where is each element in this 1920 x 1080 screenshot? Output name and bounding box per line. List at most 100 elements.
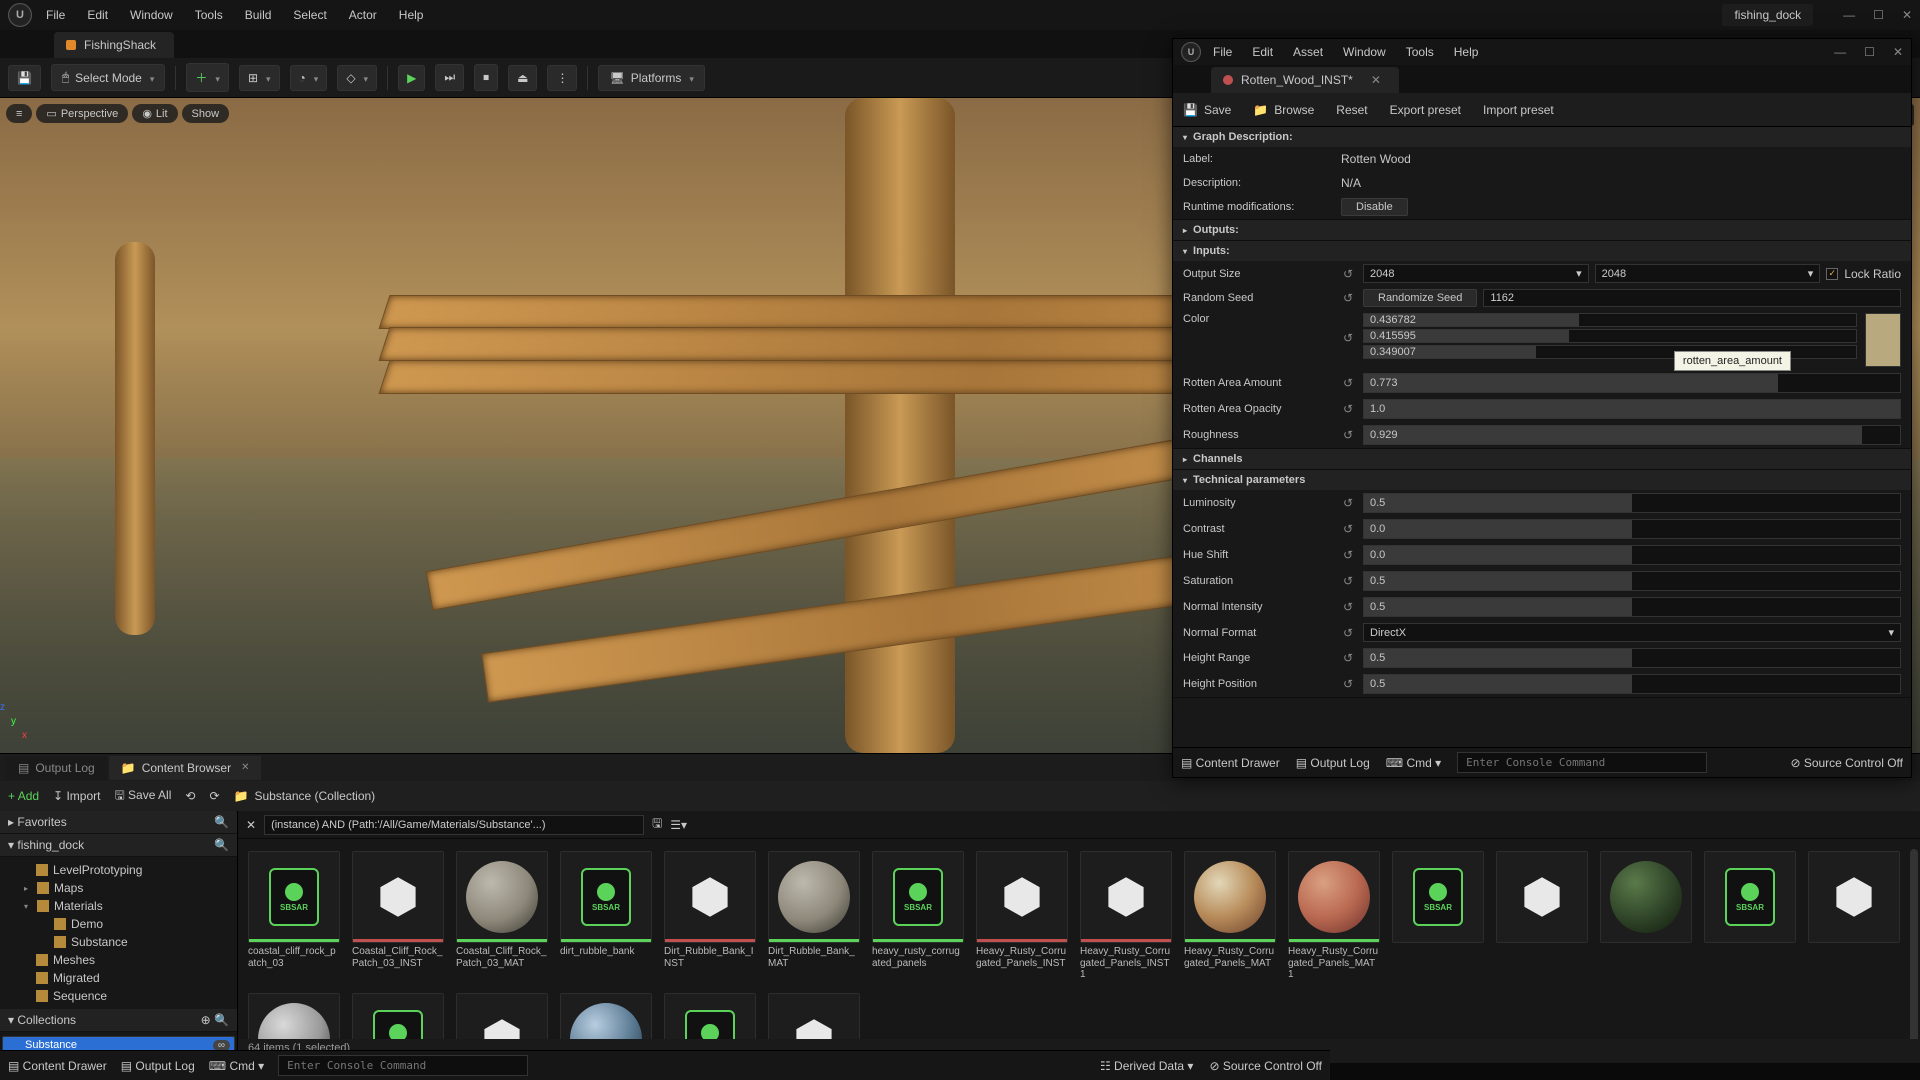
contrast-slider[interactable]: 0.0 (1363, 519, 1901, 539)
sub-menu-file[interactable]: File (1213, 45, 1232, 59)
reset-icon[interactable]: ↺ (1341, 376, 1355, 390)
cmd-label[interactable]: ⌨ Cmd ▾ (1386, 756, 1441, 770)
nav-fwd[interactable]: ⟳ (209, 789, 219, 803)
asset-item[interactable] (1496, 851, 1588, 981)
viewport-perspective[interactable]: ▭ Perspective (36, 104, 128, 123)
platforms-button[interactable]: 🖥 Platforms (598, 65, 704, 91)
asset-item[interactable]: Heavy_Rusty_Corrugated_Panels_MAT1 (1288, 851, 1380, 981)
scrollbar[interactable] (1910, 849, 1918, 1039)
maximize-button[interactable]: ☐ (1873, 8, 1884, 22)
sub-menu-tools[interactable]: Tools (1406, 45, 1434, 59)
asset-item[interactable]: Dirt_Rubble_Bank_INST (664, 851, 756, 981)
cmd-label[interactable]: ⌨ Cmd ▾ (209, 1059, 264, 1073)
tree-item[interactable]: Substance (2, 933, 235, 951)
height-range-slider[interactable]: 0.5 (1363, 648, 1901, 668)
asset-search-input[interactable] (264, 815, 644, 835)
reset-button[interactable]: Reset (1336, 103, 1367, 117)
normal-intensity-slider[interactable]: 0.5 (1363, 597, 1901, 617)
minimize-button[interactable]: — (1843, 8, 1855, 22)
roughness-slider[interactable]: 0.929 (1363, 425, 1901, 445)
color-swatch[interactable] (1865, 313, 1901, 367)
favorites-header[interactable]: ▸ Favorites🔍 (0, 811, 237, 834)
sub-menu-help[interactable]: Help (1454, 45, 1479, 59)
console-input[interactable] (278, 1055, 528, 1076)
tree-item[interactable]: Meshes (2, 951, 235, 969)
viewport-show[interactable]: Show (182, 104, 230, 123)
reset-icon[interactable]: ↺ (1341, 522, 1355, 536)
asset-item[interactable] (1808, 851, 1900, 981)
rotten-opacity-slider[interactable]: 1.0 (1363, 399, 1901, 419)
sub-minimize-button[interactable]: — (1834, 45, 1846, 59)
save-button[interactable]: 💾 Save (1183, 103, 1231, 117)
asset-item[interactable]: Dirt_Rubble_Bank_MAT (768, 851, 860, 981)
save-level-button[interactable]: 💾 (8, 65, 41, 91)
asset-item[interactable] (1600, 851, 1692, 981)
level-tab[interactable]: FishingShack (54, 32, 174, 58)
section-outputs[interactable]: Outputs: (1173, 220, 1911, 240)
tree-item[interactable]: Demo (2, 915, 235, 933)
saveall-button[interactable]: 🖫 Save All (114, 786, 171, 807)
asset-item[interactable]: Heavy_Rusty_Corrugated_Panels_INST1 (1080, 851, 1172, 981)
blueprint-button[interactable]: ◔ (290, 65, 328, 91)
reset-icon[interactable]: ↺ (1341, 626, 1355, 640)
viewport-lit[interactable]: ◉ Lit (132, 104, 177, 123)
asset-grid[interactable]: SBSARcoastal_cliff_rock_patch_03Coastal_… (238, 839, 1920, 1039)
normal-format-select[interactable]: DirectX▾ (1363, 623, 1901, 642)
save-search-icon[interactable]: 🖫 (652, 814, 662, 835)
reset-icon[interactable]: ↺ (1341, 574, 1355, 588)
close-icon[interactable]: ✕ (1371, 73, 1381, 87)
section-inputs[interactable]: Inputs: (1173, 241, 1911, 261)
reset-icon[interactable]: ↺ (1341, 600, 1355, 614)
output-height-select[interactable]: 2048▾ (1595, 264, 1821, 283)
play-button[interactable]: ▶ (398, 65, 425, 91)
sequence-button[interactable]: ◇ (337, 65, 377, 91)
reset-icon[interactable]: ↺ (1341, 428, 1355, 442)
sub-menu-asset[interactable]: Asset (1293, 45, 1323, 59)
reset-icon[interactable]: ↺ (1341, 267, 1355, 281)
saturation-slider[interactable]: 0.5 (1363, 571, 1901, 591)
menu-actor[interactable]: Actor (349, 8, 377, 22)
tree-item[interactable]: Materials (2, 897, 235, 915)
color-r-slider[interactable]: 0.436782 (1363, 313, 1857, 327)
menu-build[interactable]: Build (245, 8, 272, 22)
filter-icon[interactable]: ☰▾ (670, 818, 687, 832)
sub-menu-window[interactable]: Window (1343, 45, 1386, 59)
reset-icon[interactable]: ↺ (1341, 291, 1355, 305)
close-icon[interactable]: ✕ (241, 762, 249, 773)
console-input[interactable] (1457, 752, 1707, 773)
reset-icon[interactable]: ↺ (1341, 677, 1355, 691)
nav-back[interactable]: ⟲ (185, 789, 195, 803)
sub-maximize-button[interactable]: ☐ (1864, 45, 1875, 59)
search-icon[interactable]: 🔍 (214, 838, 229, 852)
select-mode-button[interactable]: 🖱 Select Mode (51, 64, 165, 91)
luminosity-slider[interactable]: 0.5 (1363, 493, 1901, 513)
menu-tools[interactable]: Tools (195, 8, 223, 22)
play-options-button[interactable]: ⋮ (547, 65, 577, 91)
tree-item[interactable]: Maps (2, 879, 235, 897)
reset-icon[interactable]: ↺ (1341, 402, 1355, 416)
step-button[interactable]: ⏭ (435, 64, 464, 91)
clear-search-icon[interactable]: ✕ (246, 818, 256, 832)
asset-item[interactable]: SBSAR (1392, 851, 1484, 981)
menu-window[interactable]: Window (130, 8, 173, 22)
output-log-button[interactable]: ▤ Output Log (1296, 756, 1370, 770)
sub-tab[interactable]: Rotten_Wood_INST* ✕ (1211, 67, 1399, 93)
output-log-button[interactable]: ▤ Output Log (121, 1059, 195, 1073)
sub-close-button[interactable]: ✕ (1893, 45, 1903, 59)
import-button[interactable]: ↧ Import (53, 789, 100, 803)
viewport-menu-button[interactable]: ≡ (6, 104, 32, 123)
add-content-button[interactable]: ＋ (186, 63, 229, 92)
source-control-button[interactable]: ⊘ Source Control Off (1790, 756, 1903, 770)
reset-icon[interactable]: ↺ (1341, 548, 1355, 562)
search-icon[interactable]: 🔍 (214, 1013, 229, 1027)
menu-edit[interactable]: Edit (87, 8, 108, 22)
menu-help[interactable]: Help (399, 8, 424, 22)
menu-file[interactable]: File (46, 8, 65, 22)
close-button[interactable]: ✕ (1902, 8, 1912, 22)
eject-button[interactable]: ⏏ (508, 65, 537, 91)
menu-select[interactable]: Select (293, 8, 326, 22)
add-collection-icon[interactable]: ⊕ (201, 1013, 211, 1027)
import-preset-button[interactable]: Import preset (1483, 103, 1554, 117)
asset-item[interactable]: SBSAR (664, 993, 756, 1040)
output-width-select[interactable]: 2048▾ (1363, 264, 1589, 283)
